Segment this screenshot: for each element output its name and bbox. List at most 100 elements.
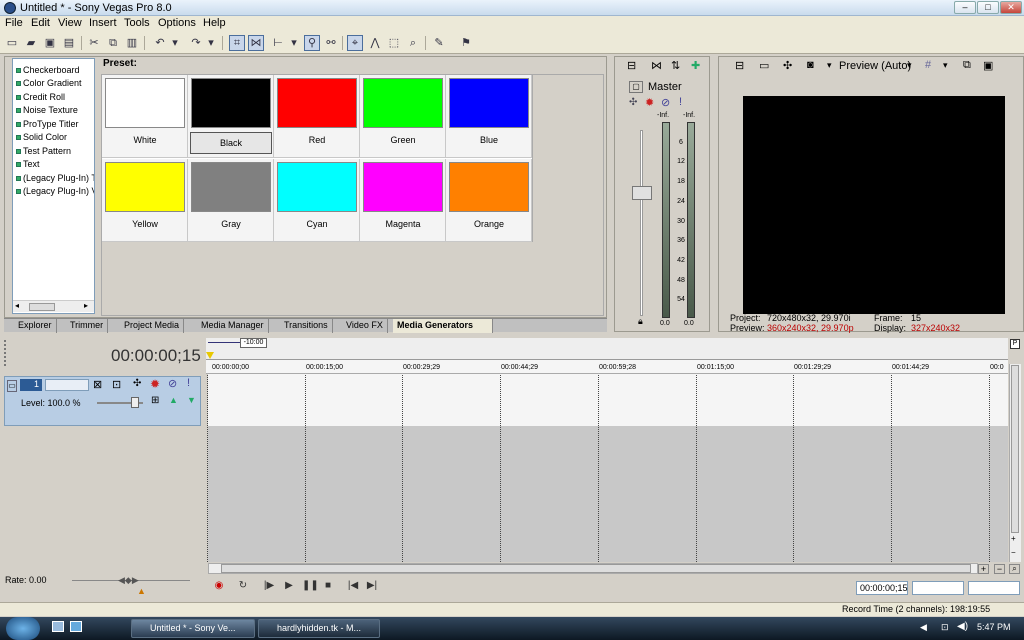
- track-mute-icon[interactable]: ⊘: [168, 377, 177, 390]
- move-down-icon[interactable]: ▼: [187, 395, 196, 405]
- track-name-field[interactable]: [45, 379, 89, 391]
- undo-dropdown-icon[interactable]: ▾: [170, 35, 180, 51]
- tab-media-manager[interactable]: Media Manager: [197, 319, 269, 333]
- system-clock[interactable]: 5:47 PM: [977, 622, 1011, 632]
- show-hidden-icons[interactable]: ◀: [920, 622, 927, 633]
- save-snapshot-icon[interactable]: ▣: [983, 59, 993, 72]
- generator-item[interactable]: Test Pattern: [16, 146, 71, 156]
- minimize-button[interactable]: –: [954, 1, 976, 14]
- track-list-button[interactable]: P: [1010, 339, 1020, 349]
- zoom-edit-tool-icon[interactable]: ⌕: [405, 35, 421, 51]
- region-marker-label[interactable]: -10:00: [240, 338, 267, 348]
- envelope-edit-tool-icon[interactable]: ⋀: [367, 35, 383, 51]
- master-bus-icon[interactable]: ▢: [629, 81, 643, 93]
- master-fader-handle[interactable]: [632, 186, 652, 200]
- close-button[interactable]: ✕: [1000, 1, 1022, 14]
- compositing-mode-icon[interactable]: ⊠: [93, 378, 102, 391]
- copy-icon[interactable]: ⧉: [105, 35, 121, 51]
- preset-swatch[interactable]: [449, 162, 529, 212]
- ripple-edit-icon[interactable]: ⊢: [270, 35, 286, 51]
- preset-cell-cyan[interactable]: Cyan: [274, 159, 360, 242]
- make-compositing-child-icon[interactable]: ⊡: [112, 378, 121, 391]
- zoom-out-vertical-icon[interactable]: −: [1011, 548, 1016, 557]
- tab-media-generators[interactable]: Media Generators: [393, 319, 493, 333]
- switch-windows-icon[interactable]: [70, 621, 82, 632]
- redo-dropdown-icon[interactable]: ▾: [206, 35, 216, 51]
- whats-this-help-icon[interactable]: ⚑: [458, 35, 474, 51]
- video-track-header[interactable]: ▭ 1 ⊠ ⊡ ✣ ✹ ⊘ ! Level: 100.0 % ⊞ ▲ ▼: [4, 376, 201, 426]
- insert-bus-icon[interactable]: ⋈: [651, 59, 662, 72]
- preset-swatch[interactable]: [105, 162, 185, 212]
- zoom-out-horizontal-icon[interactable]: −: [994, 564, 1005, 574]
- network-icon[interactable]: ⊡: [941, 622, 949, 633]
- tab-transitions[interactable]: Transitions: [280, 319, 333, 333]
- new-icon[interactable]: ▭: [4, 35, 20, 51]
- track-solo-icon[interactable]: !: [187, 377, 190, 389]
- zoom-tool-icon[interactable]: ⌕: [1009, 564, 1020, 574]
- ignore-grouping-icon[interactable]: ⚯: [323, 35, 339, 51]
- external-monitor-icon[interactable]: ▭: [759, 59, 769, 72]
- preset-swatch[interactable]: [191, 162, 271, 212]
- preset-swatch[interactable]: [277, 162, 357, 212]
- track-motion-icon[interactable]: ✣: [133, 378, 141, 389]
- rate-slider-handle[interactable]: ◀◆▶: [118, 575, 139, 586]
- menu-tools[interactable]: Tools: [124, 17, 150, 29]
- generator-list[interactable]: Checkerboard Color Gradient Credit Roll …: [12, 58, 95, 314]
- preset-swatch[interactable]: [105, 78, 185, 128]
- redo-icon[interactable]: ↷: [188, 35, 204, 51]
- tab-trimmer[interactable]: Trimmer: [66, 319, 109, 333]
- generator-item[interactable]: ProType Titler: [16, 119, 79, 129]
- mute-icon[interactable]: ⊘: [661, 96, 670, 109]
- vscroll-thumb[interactable]: [1011, 365, 1019, 533]
- quality-dropdown-icon[interactable]: ▾: [827, 60, 832, 71]
- undo-icon[interactable]: ↶: [152, 35, 168, 51]
- render-icon[interactable]: ✎: [431, 35, 447, 51]
- enable-snapping-icon[interactable]: ⌗: [229, 35, 245, 51]
- taskbar-item-vegas[interactable]: Untitled * - Sony Ve...: [131, 619, 255, 638]
- zoom-in-vertical-icon[interactable]: +: [1011, 534, 1016, 543]
- copy-snapshot-icon[interactable]: ⧉: [963, 59, 971, 72]
- move-up-icon[interactable]: ▲: [169, 395, 178, 405]
- track-fx-icon[interactable]: ✹: [150, 377, 160, 391]
- pan-icon[interactable]: ✣: [629, 97, 637, 108]
- tab-video-fx[interactable]: Video FX: [342, 319, 388, 333]
- preset-swatch[interactable]: [191, 78, 271, 128]
- preset-swatch[interactable]: [363, 162, 443, 212]
- cursor-position-field[interactable]: 00:00:00;15: [856, 581, 908, 595]
- generator-item[interactable]: Noise Texture: [16, 105, 78, 115]
- menu-options[interactable]: Options: [158, 17, 196, 29]
- track-expand-icon[interactable]: ▭: [7, 380, 17, 392]
- mixer-settings-icon[interactable]: ✚: [691, 59, 700, 72]
- vegas-app-icon[interactable]: [4, 2, 16, 14]
- video-fx-icon[interactable]: ✣: [783, 59, 792, 72]
- preset-cell-green[interactable]: Green: [360, 75, 446, 158]
- marker-bar[interactable]: [206, 338, 1008, 360]
- menu-file[interactable]: File: [5, 17, 23, 29]
- timeline-vertical-scrollbar[interactable]: + −: [1009, 364, 1021, 562]
- menu-edit[interactable]: Edit: [31, 17, 50, 29]
- generator-item[interactable]: Solid Color: [16, 132, 67, 142]
- generator-item[interactable]: Text: [16, 159, 40, 169]
- preset-cell-gray[interactable]: Gray: [188, 159, 274, 242]
- solo-icon[interactable]: !: [679, 96, 682, 108]
- pause-button[interactable]: ❚❚: [302, 580, 319, 592]
- level-slider-handle[interactable]: [131, 397, 139, 408]
- downmix-icon[interactable]: ⇅: [671, 59, 680, 72]
- loop-playback-button[interactable]: ↻: [236, 580, 250, 592]
- go-to-start-button[interactable]: |◀: [346, 580, 360, 592]
- zoom-in-horizontal-icon[interactable]: +: [978, 564, 989, 574]
- taskbar-item-browser[interactable]: hardlyhidden.tk - M...: [258, 619, 380, 638]
- start-orb-icon[interactable]: [6, 617, 40, 640]
- tab-explorer[interactable]: Explorer: [14, 319, 57, 333]
- lock-envelopes-icon[interactable]: ⚲: [304, 35, 320, 51]
- lock-icon[interactable]: 🔒︎: [638, 316, 643, 327]
- tab-project-media[interactable]: Project Media: [120, 319, 185, 333]
- bus-fx-icon[interactable]: ✹: [645, 96, 654, 109]
- menu-view[interactable]: View: [58, 17, 82, 29]
- stop-button[interactable]: ■: [321, 580, 335, 592]
- preset-swatch[interactable]: [363, 78, 443, 128]
- preset-swatch[interactable]: [449, 78, 529, 128]
- preset-cell-orange[interactable]: Orange: [446, 159, 532, 242]
- overlays-icon[interactable]: #: [925, 59, 931, 71]
- auto-crossfade-icon[interactable]: ⋈: [248, 35, 264, 51]
